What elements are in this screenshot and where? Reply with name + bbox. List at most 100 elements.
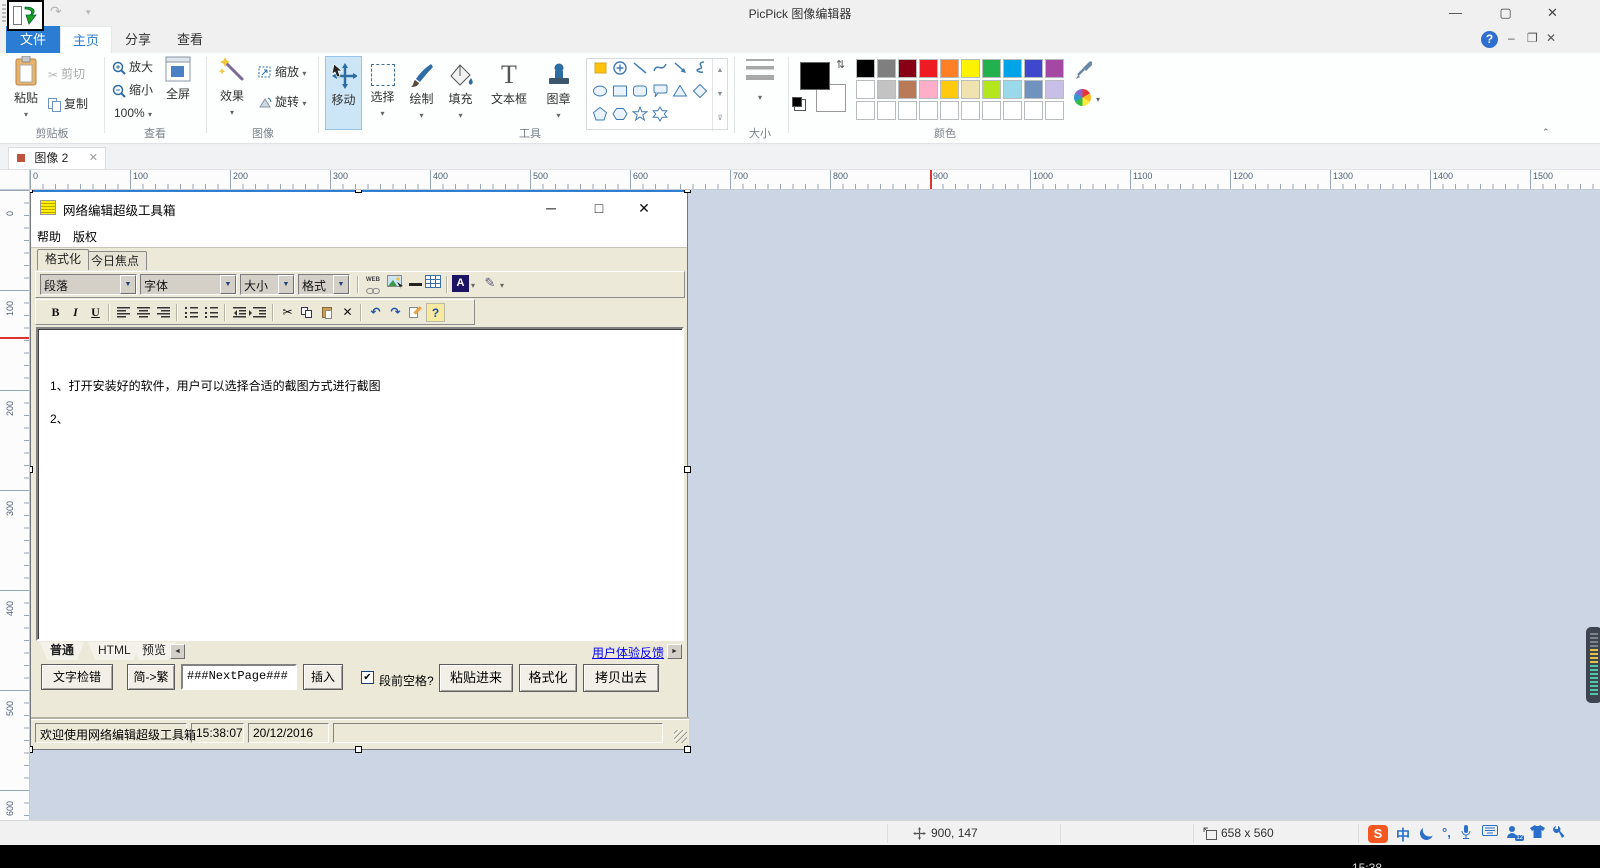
format-bullet-list-button[interactable] xyxy=(202,303,221,322)
selection-handle[interactable] xyxy=(30,190,33,193)
chevron-down-icon[interactable]: ▼ xyxy=(220,275,236,294)
help-icon[interactable]: ? xyxy=(1481,31,1498,48)
resize-grip[interactable] xyxy=(674,730,687,743)
palette-swatch[interactable] xyxy=(1024,80,1043,99)
shape-star-6[interactable] xyxy=(650,106,670,129)
format-align-right-button[interactable] xyxy=(154,303,173,322)
format-copy-button[interactable] xyxy=(298,303,317,322)
ime-toolbox-icon[interactable] xyxy=(1552,825,1565,842)
palette-swatch[interactable] xyxy=(1045,59,1064,78)
insert-table-icon[interactable] xyxy=(423,275,443,295)
format-edit-note-button[interactable] xyxy=(406,303,425,322)
view-tab-普通[interactable]: 普通 xyxy=(40,642,84,660)
inner-close-icon[interactable]: ✕ xyxy=(632,196,656,220)
format-delete-button[interactable]: ✕ xyxy=(338,303,357,322)
palette-swatch[interactable] xyxy=(898,59,917,78)
palette-swatch[interactable] xyxy=(1024,101,1043,120)
view-tabs-scroll-right-icon[interactable]: ► xyxy=(667,644,682,659)
web-link-icon[interactable]: WEB xyxy=(363,275,383,295)
simplified-to-traditional-button[interactable]: 简->繁 xyxy=(127,664,175,690)
palette-swatch[interactable] xyxy=(1003,101,1022,120)
ribbon-restore-icon[interactable]: ❐ xyxy=(1527,31,1538,45)
ime-punctuation-icon[interactable]: °, xyxy=(1442,825,1451,840)
shape-rectangle[interactable] xyxy=(610,83,630,106)
fullscreen-button[interactable]: 全屏 xyxy=(158,56,198,102)
paste-in-button[interactable]: 粘贴进来 xyxy=(439,664,513,692)
view-tabs-scroll-left-icon[interactable]: ◄ xyxy=(170,644,185,659)
palette-swatch[interactable] xyxy=(919,59,938,78)
cut-button[interactable]: ✂剪切 xyxy=(48,63,85,85)
textbox-tool-button[interactable]: T 文本框 xyxy=(481,56,537,130)
editor-area[interactable]: 1、打开安装好的软件，用户可以选择合适的截图方式进行截图2、 xyxy=(36,327,684,641)
palette-swatch[interactable] xyxy=(856,101,875,120)
shapes-scroll-down-icon[interactable]: ▼ xyxy=(713,83,727,107)
format-indent-button[interactable] xyxy=(250,303,269,322)
inner-tab-今日焦点[interactable]: 今日焦点 xyxy=(83,251,147,270)
copy-button[interactable]: 复制 xyxy=(48,93,88,115)
inner-minimize-icon[interactable]: ─ xyxy=(539,196,563,220)
document-tab[interactable]: 图像 2 ✕ xyxy=(8,147,106,170)
space-before-checkbox[interactable]: ✔ xyxy=(361,671,374,684)
palette-swatch[interactable] xyxy=(877,59,896,78)
shape-arrow[interactable] xyxy=(670,60,690,83)
format-cut-button[interactable]: ✂ xyxy=(278,303,297,322)
stamp-tool-button[interactable]: 图章▾ xyxy=(540,56,577,130)
format-align-left-button[interactable] xyxy=(114,303,133,322)
effects-dropdown-icon[interactable]: ▾ xyxy=(230,108,234,117)
font-color-dropdown-icon[interactable]: ▾ xyxy=(471,281,475,290)
check-text-button[interactable]: 文字检错 xyxy=(41,664,113,690)
ribbon-close-icon[interactable]: ✕ xyxy=(1546,31,1556,45)
close-button[interactable]: ✕ xyxy=(1530,0,1575,26)
palette-swatch[interactable] xyxy=(877,80,896,99)
shape-circle-plus[interactable] xyxy=(610,60,630,83)
shapes-scroll-up-icon[interactable]: ▲ xyxy=(713,59,727,83)
feedback-link[interactable]: 用户体验反馈 xyxy=(592,644,664,661)
ribbon-tab-查看[interactable]: 查看 xyxy=(164,26,216,53)
ime-keyboard-icon[interactable] xyxy=(1482,825,1498,839)
resize-button[interactable]: 缩放 ▾ xyxy=(258,61,306,83)
shapes-more-icon[interactable]: ⊽ xyxy=(713,107,727,131)
palette-swatch[interactable] xyxy=(940,101,959,120)
move-tool-button[interactable]: 移动 xyxy=(325,56,362,130)
ribbon-minimize-icon[interactable]: ‒ xyxy=(1508,31,1515,45)
shape-star-5[interactable] xyxy=(630,106,650,129)
selection-handle[interactable] xyxy=(684,466,691,473)
foreground-color-swatch[interactable] xyxy=(800,62,830,90)
maximize-button[interactable]: ▢ xyxy=(1483,0,1528,26)
palette-swatch[interactable] xyxy=(961,101,980,120)
format-bold-button[interactable]: B xyxy=(46,303,65,322)
menu-item-帮助[interactable]: 帮助 xyxy=(37,228,61,245)
paste-button[interactable]: 粘贴 ▾ xyxy=(8,56,44,120)
shape-filled-square[interactable] xyxy=(590,60,610,83)
palette-swatch[interactable] xyxy=(1003,59,1022,78)
color-wheel-dropdown-icon[interactable]: ▾ xyxy=(1096,95,1100,104)
palette-swatch[interactable] xyxy=(1024,59,1043,78)
ime-chinese-mode-icon[interactable]: 中 xyxy=(1396,825,1410,845)
zoom-level-button[interactable]: 100% ▾ xyxy=(114,102,152,124)
shape-curve[interactable] xyxy=(650,60,670,83)
rotate-button[interactable]: 旋转 ▾ xyxy=(258,91,306,113)
selection-handle[interactable] xyxy=(355,746,362,753)
selection-handle[interactable] xyxy=(30,466,33,473)
shape-s-curve[interactable] xyxy=(690,60,710,83)
ime-skin-icon[interactable] xyxy=(1530,825,1545,841)
palette-swatch[interactable] xyxy=(919,80,938,99)
paragraph-combo[interactable]: 段落▼ xyxy=(40,274,137,295)
selection-handle[interactable] xyxy=(684,190,691,193)
palette-swatch[interactable] xyxy=(898,80,917,99)
canvas[interactable]: 网络编辑超级工具箱 ─ □ ✕ 帮助版权 格式化今日焦点 段落▼ 字体▼ 大小▼… xyxy=(30,190,1600,820)
collapse-ribbon-icon[interactable]: ⌃ xyxy=(1542,127,1550,138)
fill-tool-button[interactable]: 填充▾ xyxy=(442,56,479,130)
color-wheel-icon[interactable] xyxy=(1074,89,1091,106)
horizontal-rule-icon[interactable] xyxy=(405,275,425,295)
chevron-down-icon[interactable]: ▼ xyxy=(278,275,294,294)
shape-hexagon[interactable] xyxy=(610,106,630,129)
ime-login-icon[interactable]: 12 xyxy=(1506,825,1522,840)
insert-image-icon[interactable] xyxy=(385,275,405,295)
line-size-button[interactable]: ▾ xyxy=(740,56,780,103)
ribbon-tab-主页[interactable]: 主页 xyxy=(60,26,112,53)
palette-swatch[interactable] xyxy=(877,101,896,120)
menu-item-版权[interactable]: 版权 xyxy=(73,228,97,245)
format-italic-button[interactable]: I xyxy=(66,303,85,322)
ribbon-tab-分享[interactable]: 分享 xyxy=(112,26,164,53)
